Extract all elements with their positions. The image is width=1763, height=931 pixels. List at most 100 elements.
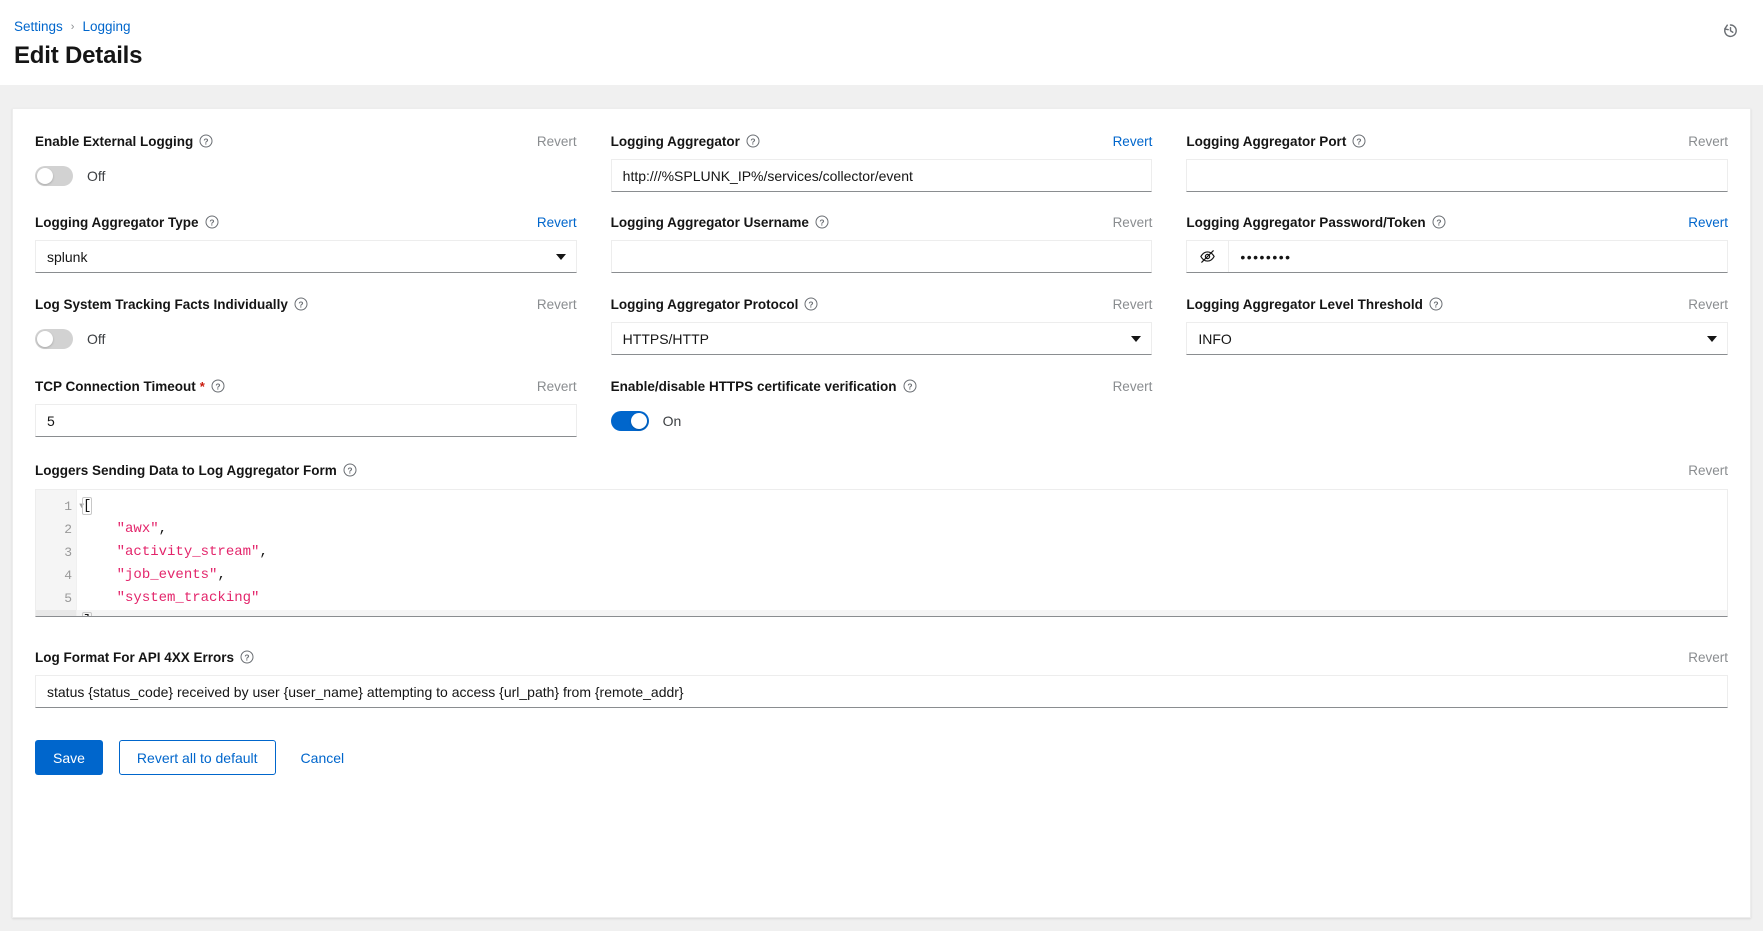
toggle-log-system-tracking[interactable] xyxy=(35,329,73,349)
code-token-plain: , xyxy=(259,544,267,560)
toggle-enable-external-logging[interactable] xyxy=(35,166,73,186)
code-token-plain: , xyxy=(159,521,167,537)
svg-text:?: ? xyxy=(907,381,912,391)
field-header: Logging Aggregator Protocol ? Revert xyxy=(611,294,1153,314)
revert-enable-external-logging[interactable]: Revert xyxy=(537,134,577,149)
select-wrapper: splunk xyxy=(35,240,577,273)
field-label: Loggers Sending Data to Log Aggregator F… xyxy=(35,463,357,478)
field-label: Logging Aggregator Username ? xyxy=(611,215,829,230)
field-logging-aggregator-protocol: Logging Aggregator Protocol ? Revert HTT… xyxy=(611,294,1153,376)
logging-aggregator-input[interactable] xyxy=(611,159,1153,192)
svg-text:?: ? xyxy=(298,299,303,309)
toggle-knob xyxy=(631,413,647,429)
editor-code-line: "job_events", xyxy=(77,564,1727,587)
settings-form-grid: Enable External Logging ? Revert Off Log… xyxy=(35,131,1728,458)
revert-tcp-connection-timeout[interactable]: Revert xyxy=(537,379,577,394)
field-label: Logging Aggregator Protocol ? xyxy=(611,297,819,312)
select-wrapper: HTTPS/HTTP xyxy=(611,322,1153,355)
code-token-plain xyxy=(83,567,117,583)
breadcrumb-item-settings[interactable]: Settings xyxy=(14,17,63,37)
field-label: Log Format For API 4XX Errors ? xyxy=(35,650,254,665)
eye-slash-icon[interactable] xyxy=(1187,241,1229,272)
help-circle-icon[interactable]: ? xyxy=(903,379,917,393)
loggers-form-code-editor[interactable]: 1▼23456 [ "awx", "activity_stream", "job… xyxy=(35,489,1728,617)
help-circle-icon[interactable]: ? xyxy=(240,650,254,664)
help-circle-icon[interactable]: ? xyxy=(199,134,213,148)
revert-all-to-default-button[interactable]: Revert all to default xyxy=(119,740,276,775)
code-token-bracket: [ xyxy=(83,498,91,514)
svg-text:?: ? xyxy=(244,652,249,662)
revert-https-cert-verification[interactable]: Revert xyxy=(1113,379,1153,394)
field-header: Loggers Sending Data to Log Aggregator F… xyxy=(35,460,1728,480)
toggle-row: Off xyxy=(35,322,577,355)
toggle-https-cert-verification[interactable] xyxy=(611,411,649,431)
help-circle-icon[interactable]: ? xyxy=(343,463,357,477)
help-circle-icon[interactable]: ? xyxy=(205,215,219,229)
field-header: Enable/disable HTTPS certificate verific… xyxy=(611,376,1153,396)
revert-loggers-form[interactable]: Revert xyxy=(1688,463,1728,478)
svg-text:?: ? xyxy=(1433,299,1438,309)
toggle-knob xyxy=(37,331,53,347)
revert-logging-aggregator-password[interactable]: Revert xyxy=(1688,215,1728,230)
logging-aggregator-level-threshold-select[interactable]: INFO xyxy=(1186,322,1728,355)
select-value: splunk xyxy=(47,249,87,265)
history-icon[interactable] xyxy=(1717,17,1743,43)
revert-log-system-tracking[interactable]: Revert xyxy=(537,297,577,312)
help-circle-icon[interactable]: ? xyxy=(815,215,829,229)
revert-logging-aggregator-type[interactable]: Revert xyxy=(537,215,577,230)
field-log-format-4xx: Log Format For API 4XX Errors ? Revert xyxy=(35,647,1728,708)
required-marker: * xyxy=(200,380,205,393)
logging-aggregator-port-input[interactable] xyxy=(1186,159,1728,192)
svg-text:?: ? xyxy=(347,465,352,475)
breadcrumb-item-logging[interactable]: Logging xyxy=(82,17,130,37)
tcp-connection-timeout-input[interactable] xyxy=(35,404,577,437)
toggle-row: On xyxy=(611,404,1153,437)
cancel-button[interactable]: Cancel xyxy=(292,740,354,775)
revert-logging-aggregator-level-threshold[interactable]: Revert xyxy=(1688,297,1728,312)
editor-code-line: [ xyxy=(77,495,1727,518)
code-token-string: "awx" xyxy=(117,521,159,537)
editor-code-line: "awx", xyxy=(77,518,1727,541)
logging-aggregator-password-input[interactable] xyxy=(1229,241,1727,272)
help-circle-icon[interactable]: ? xyxy=(804,297,818,311)
field-spacer xyxy=(1186,376,1728,458)
help-circle-icon[interactable]: ? xyxy=(211,379,225,393)
field-https-cert-verification: Enable/disable HTTPS certificate verific… xyxy=(611,376,1153,458)
editor-code-area[interactable]: [ "awx", "activity_stream", "job_events"… xyxy=(77,490,1727,616)
revert-logging-aggregator[interactable]: Revert xyxy=(1113,134,1153,149)
code-token-plain xyxy=(83,544,117,560)
editor-line-number: 3 xyxy=(36,541,76,564)
toggle-state-label: On xyxy=(663,413,682,429)
field-logging-aggregator-password: Logging Aggregator Password/Token ? Reve… xyxy=(1186,212,1728,294)
help-circle-icon[interactable]: ? xyxy=(1429,297,1443,311)
select-value: INFO xyxy=(1198,331,1231,347)
editor-line-number: 1▼ xyxy=(36,495,76,518)
help-circle-icon[interactable]: ? xyxy=(746,134,760,148)
form-actions: Save Revert all to default Cancel xyxy=(35,740,1728,775)
revert-logging-aggregator-port[interactable]: Revert xyxy=(1688,134,1728,149)
help-circle-icon[interactable]: ? xyxy=(1352,134,1366,148)
help-circle-icon[interactable]: ? xyxy=(294,297,308,311)
logging-aggregator-type-select[interactable]: splunk xyxy=(35,240,577,273)
revert-logging-aggregator-protocol[interactable]: Revert xyxy=(1113,297,1153,312)
editor-code-line: ] xyxy=(77,610,1727,617)
field-header: Logging Aggregator Password/Token ? Reve… xyxy=(1186,212,1728,232)
save-button[interactable]: Save xyxy=(35,740,103,775)
editor-line-number-gutter: 1▼23456 xyxy=(36,490,77,616)
field-logging-aggregator-username: Logging Aggregator Username ? Revert xyxy=(611,212,1153,294)
revert-logging-aggregator-username[interactable]: Revert xyxy=(1113,215,1153,230)
code-token-string: "system_tracking" xyxy=(117,590,260,606)
help-circle-icon[interactable]: ? xyxy=(1432,215,1446,229)
field-label: Enable External Logging ? xyxy=(35,134,213,149)
code-token-bracket: ] xyxy=(83,613,91,617)
editor-code-line: "system_tracking" xyxy=(77,587,1727,610)
field-enable-external-logging: Enable External Logging ? Revert Off xyxy=(35,131,577,212)
logging-aggregator-username-input[interactable] xyxy=(611,240,1153,273)
revert-log-format-4xx[interactable]: Revert xyxy=(1688,650,1728,665)
field-loggers-form: Loggers Sending Data to Log Aggregator F… xyxy=(35,460,1728,617)
field-log-system-tracking: Log System Tracking Facts Individually ?… xyxy=(35,294,577,376)
field-tcp-connection-timeout: TCP Connection Timeout * ? Revert xyxy=(35,376,577,458)
log-format-4xx-input[interactable] xyxy=(35,675,1728,708)
field-header: Logging Aggregator Port ? Revert xyxy=(1186,131,1728,151)
logging-aggregator-protocol-select[interactable]: HTTPS/HTTP xyxy=(611,322,1153,355)
